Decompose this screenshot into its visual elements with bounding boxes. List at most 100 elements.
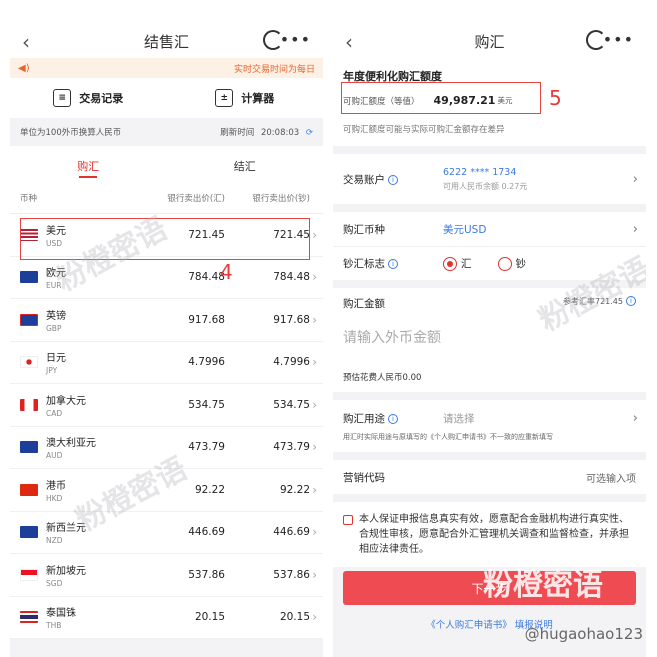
application-form-link[interactable]: 《个人购汇申请书》: [426, 620, 512, 631]
rate-transfer: 92.22: [194, 483, 225, 496]
currency-zh: 泰国铢: [46, 608, 76, 620]
calculator-button[interactable]: ± 计算器: [167, 89, 324, 107]
quota-note: 可购汇额度可能与实际可购汇金额存在差异: [343, 125, 505, 135]
table-header: 币种 银行卖出价(汇) 银行卖出价(钞): [10, 182, 323, 214]
calculator-label: 计算器: [241, 92, 275, 105]
currency-zh: 欧元: [46, 268, 66, 280]
purpose-note: 用汇时实际用途与原填写的《个人购汇申请书》不一致的应重新填写: [343, 433, 553, 441]
chevron-right-icon: ›: [312, 525, 317, 540]
rate-transfer: 784.48: [188, 271, 225, 284]
info-icon[interactable]: i: [388, 413, 398, 424]
table-row[interactable]: 新加坡元 SGD 537.86 537.86 ›: [10, 554, 323, 597]
marketing-input[interactable]: 可选输入项: [586, 470, 636, 485]
chevron-right-icon: ›: [312, 270, 317, 285]
cash-flag-label: 钞汇标志 i: [343, 256, 443, 271]
col-rate-cash: 银行卖出价(钞): [252, 193, 310, 204]
amount-header: 购汇金额 参考汇率721.45 i: [343, 296, 636, 311]
top-bar: ‹ 购汇 •••: [333, 0, 646, 58]
currency-name: 新加坡元 SGD: [46, 562, 140, 588]
transaction-record-label: 交易记录: [79, 92, 124, 105]
table-row[interactable]: 欧元 EUR 784.48 784.48 ›: [10, 257, 323, 299]
rate-cash: 917.68: [273, 313, 310, 326]
unit-bar: 单位为100外币换算人民币 刷新时间 20:08:03 ⟳: [10, 118, 323, 146]
flag-au-icon: [20, 441, 38, 454]
table-row[interactable]: 英镑 GBP 917.68 917.68 ›: [10, 299, 323, 342]
table-row[interactable]: 澳大利亚元 AUD 473.79 473.79 ›: [10, 427, 323, 469]
rate-cash: 92.22: [279, 483, 310, 496]
amount-label: 购汇金额: [343, 298, 385, 310]
purpose-section: 购汇用途 i 请选择 › 用汇时实际用途与原填写的《个人购汇申请书》不一致的应重新…: [333, 400, 646, 452]
radio-unchecked-icon: [497, 256, 512, 271]
currency-code: AUD: [46, 451, 63, 461]
chevron-right-icon: ›: [312, 397, 317, 412]
page-title: 结售汇: [143, 32, 189, 51]
transaction-record-button[interactable]: ≡ 交易记录: [10, 89, 167, 107]
rate-transfer: 4.7996: [188, 356, 225, 369]
info-icon[interactable]: i: [626, 296, 636, 306]
notice-bar: ◀) 实时交易时间为每日: [10, 58, 323, 78]
rate-cash: 4.7996: [273, 356, 310, 369]
next-button[interactable]: 下一步: [343, 571, 636, 605]
rate-list: 美元 USD 721.45 721.45 › 欧元 EUR 784.48 784.48 › 英镑 GB…: [10, 214, 323, 639]
account-balance: 可用人民币余额 0.27元: [443, 181, 528, 191]
table-row[interactable]: 加拿大元 CAD 534.75 534.75 ›: [10, 384, 323, 427]
currency-zh: 澳大利亚元: [46, 438, 96, 450]
tab-bar: 购汇 结汇: [10, 146, 323, 182]
flag-gb-icon: [20, 313, 38, 326]
rate-cash: 784.48: [273, 271, 310, 284]
currency-code: NZD: [46, 536, 63, 546]
quota-section: 年度便利化购汇额度 可购汇额度（等值） 49,987.21 美元 可购汇额度可能…: [333, 58, 646, 146]
chevron-right-icon: ›: [312, 312, 317, 327]
estimate-cost: 预估花费人民币0.00: [343, 373, 422, 383]
chevron-right-icon: ›: [632, 221, 638, 237]
table-row[interactable]: 港币 HKD 92.22 92.22 ›: [10, 469, 323, 512]
table-row[interactable]: 日元 JPY 4.7996 4.7996 ›: [10, 342, 323, 384]
purpose-select[interactable]: 请选择: [443, 411, 475, 426]
more-icon[interactable]: •••: [603, 30, 634, 49]
marketing-section: 营销代码 可选输入项: [333, 460, 646, 494]
weibo-handle: @hugaohao123: [524, 625, 643, 643]
currency-zh: 英镑: [46, 310, 66, 322]
account-number: 6222 **** 1734: [443, 166, 517, 178]
currency-zh: 加拿大元: [46, 395, 86, 407]
rate-cash: 537.86: [273, 568, 310, 581]
annotation-5: 5: [549, 86, 562, 110]
table-row[interactable]: 新西兰元 NZD 446.69 446.69 ›: [10, 512, 323, 554]
annotation-4: 4: [220, 260, 233, 284]
currency-row[interactable]: 购汇币种 美元USD ›: [333, 212, 646, 246]
calculator-icon: ±: [215, 89, 234, 107]
back-icon[interactable]: ‹: [22, 30, 30, 54]
info-icon[interactable]: i: [388, 259, 398, 269]
amount-input[interactable]: 请输入外币金额: [343, 327, 636, 347]
notice-text: 实时交易时间为每日: [233, 64, 315, 75]
rate-cash: 534.75: [273, 398, 310, 411]
currency-code: SGD: [46, 578, 63, 588]
currency-zh: 日元: [46, 353, 66, 365]
page-title: 购汇: [474, 32, 505, 51]
currency-zh: 新西兰元: [46, 523, 86, 535]
currency-code: GBP: [46, 323, 62, 333]
radio-transfer[interactable]: 汇: [443, 256, 472, 271]
chevron-right-icon: ›: [632, 171, 638, 187]
currency-name: 澳大利亚元 AUD: [46, 434, 140, 460]
chevron-right-icon: ›: [312, 610, 317, 625]
account-info: 6222 **** 1734 可用人民币余额 0.27元: [443, 167, 527, 192]
table-row[interactable]: 泰国铢 THB 20.15 20.15 ›: [10, 597, 323, 639]
refresh-time: 20:08:03: [260, 128, 300, 138]
account-row[interactable]: 交易账户 i 6222 **** 1734 可用人民币余额 0.27元 ›: [333, 154, 646, 204]
purpose-row[interactable]: 购汇用途 i 请选择 ›: [333, 400, 646, 430]
col-rate-transfer: 银行卖出价(汇): [167, 193, 225, 204]
tab-sell[interactable]: 结汇: [167, 146, 324, 182]
account-section: 交易账户 i 6222 **** 1734 可用人民币余额 0.27元 ›: [333, 154, 646, 204]
refresh-info: 刷新时间 20:08:03 ⟳: [216, 126, 313, 138]
flag-ca-icon: [20, 398, 38, 411]
back-icon[interactable]: ‹: [345, 30, 353, 54]
refresh-icon[interactable]: ⟳: [306, 128, 313, 138]
radio-cash[interactable]: 钞: [497, 256, 526, 271]
tab-buy[interactable]: 购汇: [10, 146, 167, 182]
info-icon[interactable]: i: [388, 174, 398, 185]
more-icon[interactable]: •••: [280, 30, 311, 49]
reference-rate: 参考汇率721.45: [563, 297, 623, 306]
radio-checked-icon: [443, 256, 457, 271]
agreement-checkbox[interactable]: [343, 515, 353, 525]
